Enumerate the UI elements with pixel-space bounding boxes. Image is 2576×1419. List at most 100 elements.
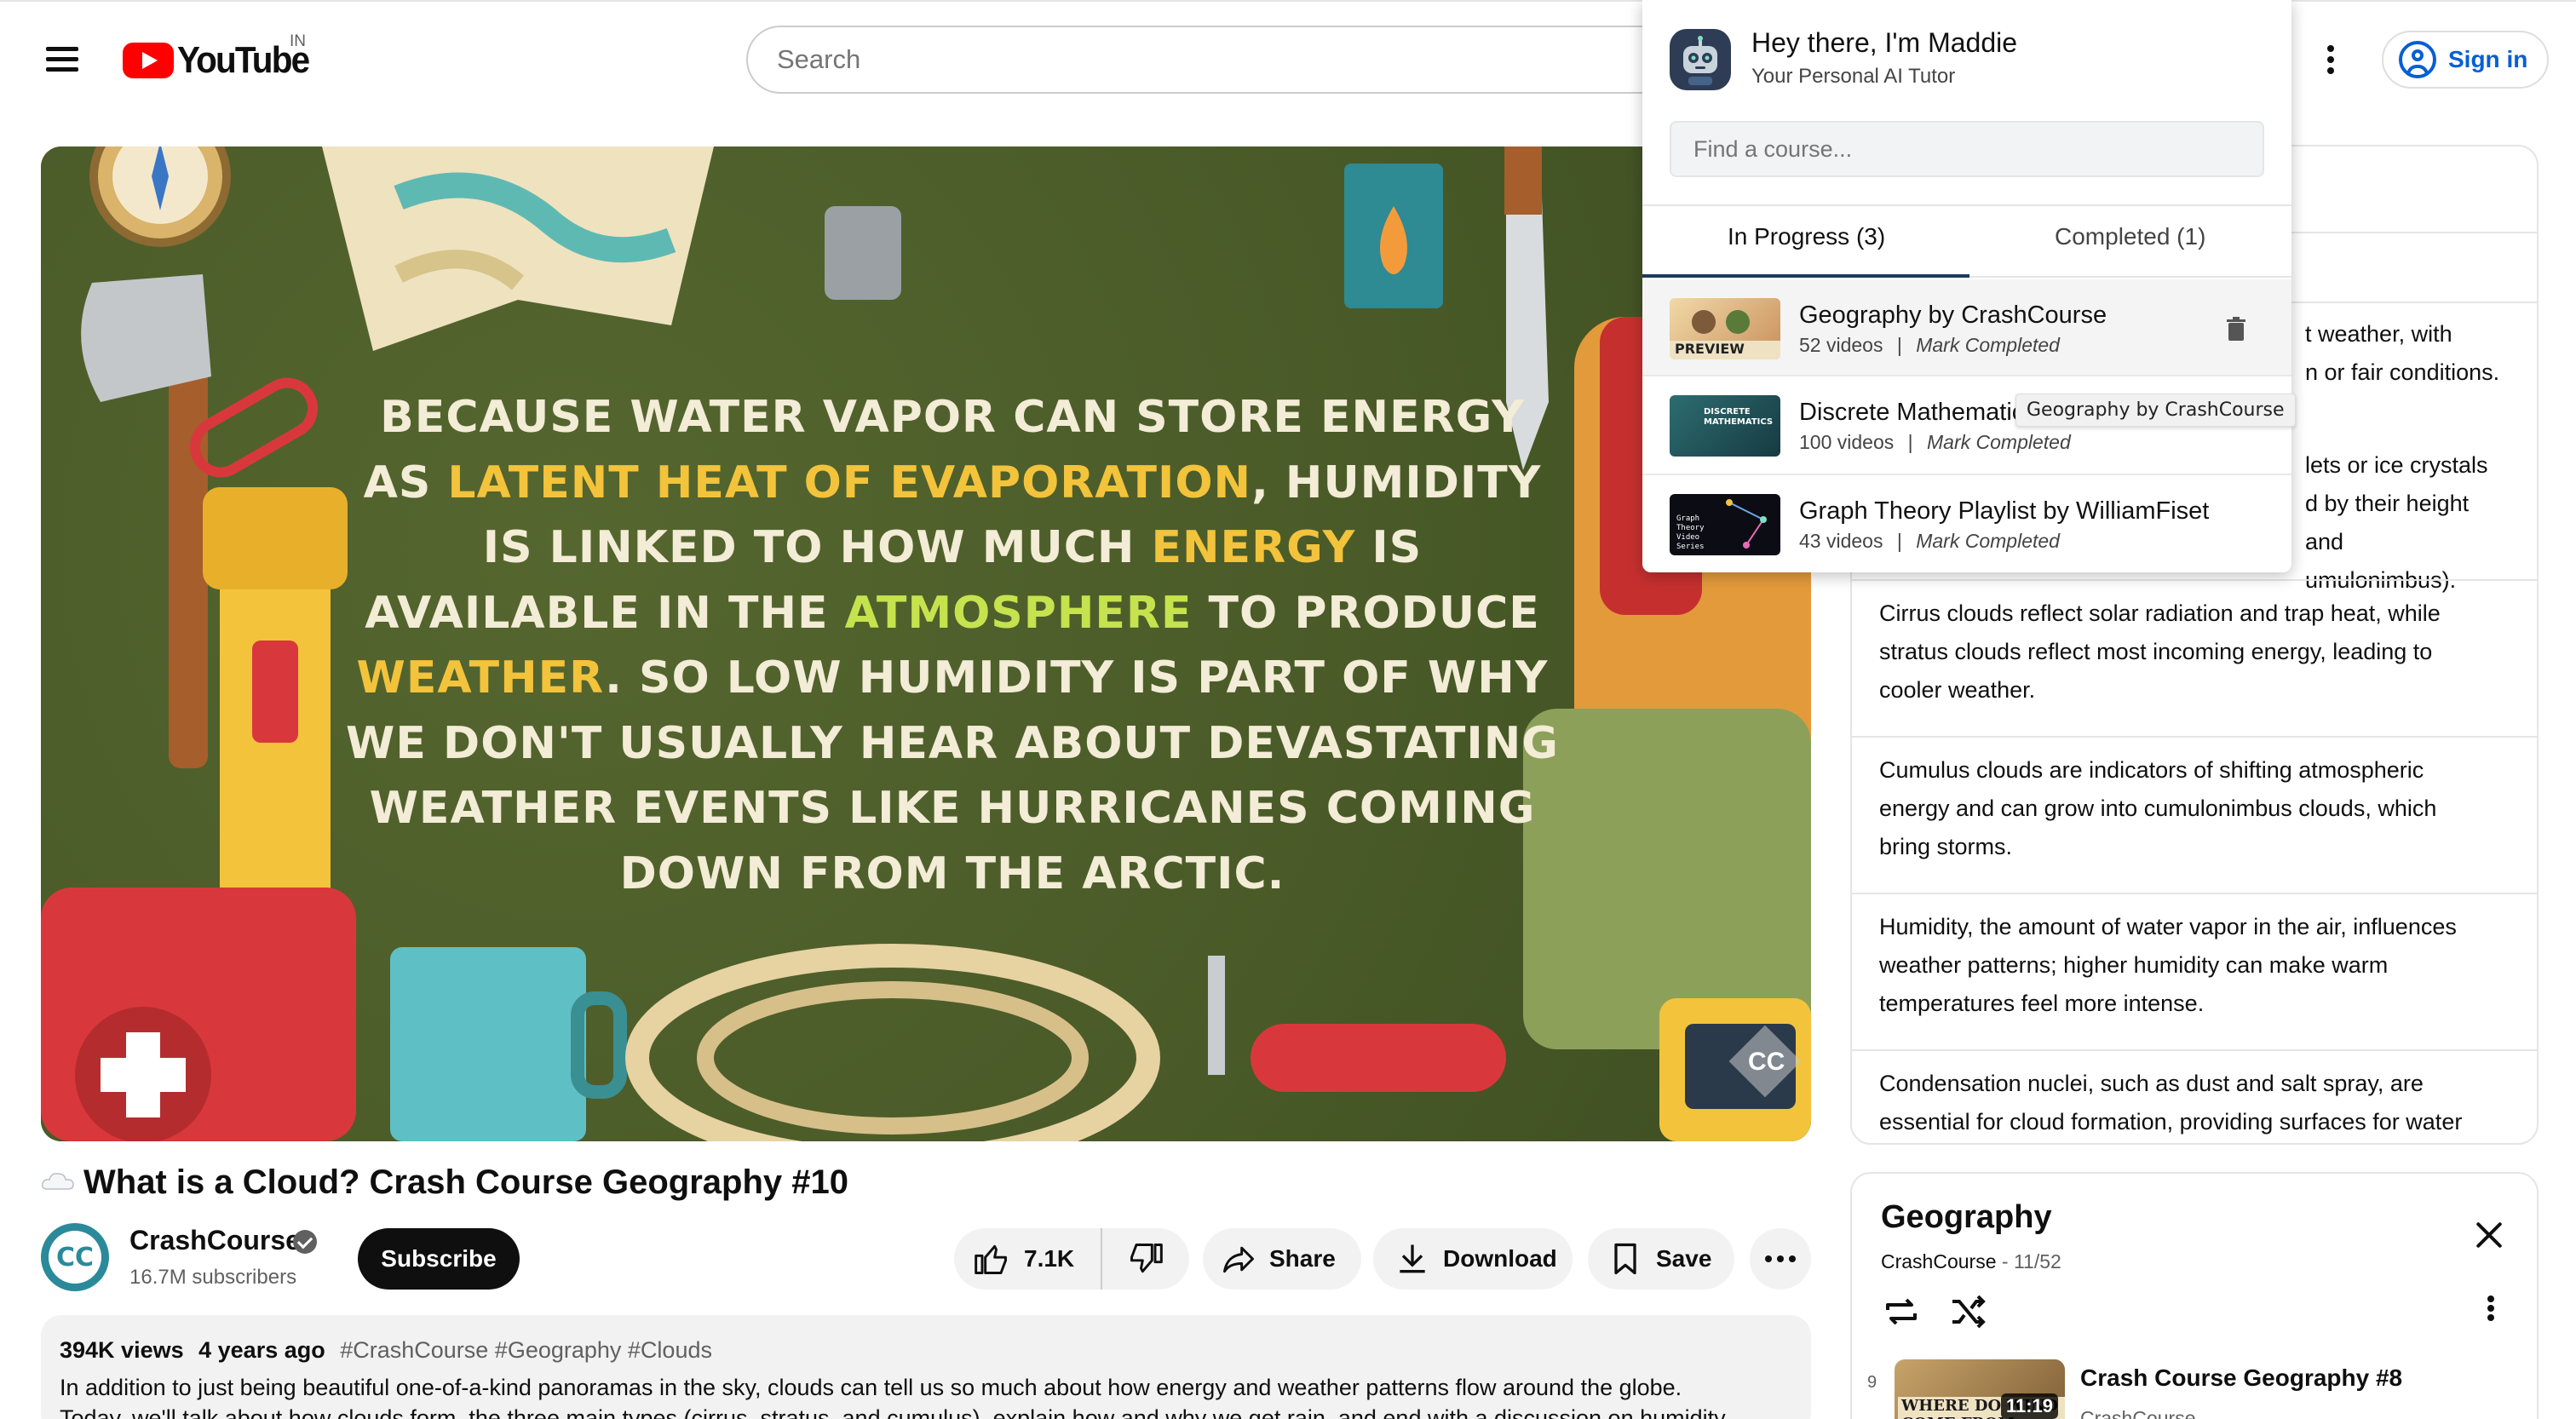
youtube-play-icon [123, 43, 174, 78]
course-thumbnail: PREVIEW [1670, 298, 1780, 359]
description-line-1: In addition to just being beautiful one-… [60, 1375, 1682, 1400]
upload-age: 4 years ago [198, 1337, 325, 1363]
course-item[interactable]: PREVIEW Geography by CrashCourse 52 vide… [1642, 279, 2291, 375]
bookmark-icon [1614, 1243, 1636, 1275]
course-name: Discrete Mathematic [1799, 399, 2025, 426]
playlist-item[interactable]: 9 WHERE DO WIND COME FROM 11:19 Crash Co… [1852, 1341, 2540, 1419]
save-button[interactable]: Save [1588, 1228, 1734, 1290]
search-input[interactable] [746, 26, 1717, 94]
playlist-item-index: 9 [1867, 1373, 1877, 1392]
video-title: What is a Cloud? Crash Course Geography … [83, 1163, 848, 1201]
like-count: 7.1K [1024, 1245, 1075, 1272]
hashtags[interactable]: #CrashCourse #Geography #Clouds [340, 1337, 712, 1363]
caption-text: AVAILABLE IN THE [365, 587, 845, 639]
description-line-2: Today, we'll talk about how clouds form,… [60, 1405, 1726, 1419]
download-label: Download [1443, 1245, 1557, 1272]
playlist-title[interactable]: Geography [1881, 1199, 2052, 1236]
robot-icon [1683, 36, 1717, 85]
summary-item: Humidity, the amount of water vapor in t… [1852, 893, 2537, 1051]
playlist-item-title: Crash Course Geography #8 [2080, 1364, 2403, 1391]
summary-item: Cumulus clouds are indicators of shiftin… [1852, 736, 2537, 894]
tab-completed[interactable]: Completed (1) [2055, 223, 2205, 250]
multitool-icon [1251, 1024, 1506, 1092]
close-playlist-icon[interactable] [2472, 1218, 2506, 1252]
cloud-icon [41, 1173, 74, 1190]
mark-completed-link[interactable]: Mark Completed [1916, 530, 2060, 552]
caption-text: . SO LOW HUMIDITY IS PART OF WHY [605, 652, 1549, 704]
caption-line: AVAILABLE IN THE ATMOSPHERE TO PRODUCE [211, 581, 1693, 646]
thumbs-up-icon [975, 1244, 1007, 1274]
tutor-subtitle: Your Personal AI Tutor [1751, 65, 1956, 88]
mug-icon [390, 947, 586, 1141]
description-box[interactable]: 394K views 4 years ago #CrashCourse #Geo… [41, 1315, 1811, 1419]
playlist-item-thumbnail: WHERE DO WIND COME FROM 11:19 [1895, 1359, 2065, 1419]
caption-highlight: LATENT HEAT OF EVAPORATION [447, 457, 1252, 508]
playlist-menu-icon[interactable] [2482, 1293, 2499, 1334]
active-tab-indicator [1642, 274, 1969, 278]
ai-tutor-popup: Hey there, I'm Maddie Your Personal AI T… [1642, 0, 2291, 572]
caption-text: IS LINKED TO HOW MUCH [482, 522, 1152, 573]
tutor-greeting: Hey there, I'm Maddie [1751, 27, 2018, 58]
course-name: Graph Theory Playlist by WilliamFiset [1799, 497, 2210, 525]
playlist-panel: Geography CrashCourse - 11/52 9 WHERE DO… [1850, 1172, 2539, 1419]
caption-text: , HUMIDITY [1251, 457, 1542, 508]
caption-text: TO PRODUCE [1192, 587, 1540, 639]
course-name-tooltip: Geography by CrashCourse [2015, 394, 2296, 427]
sign-in-button[interactable]: Sign in [2382, 31, 2549, 89]
course-video-count: 100 videos [1799, 431, 1895, 453]
view-count: 394K views [60, 1337, 184, 1363]
course-name: Geography by CrashCourse [1799, 302, 2107, 329]
course-video-count: 52 videos [1799, 334, 1883, 356]
save-label: Save [1656, 1245, 1712, 1272]
youtube-logo[interactable]: YouTube IN [123, 32, 320, 81]
watermark-text: CC [1748, 1048, 1785, 1076]
verified-icon [293, 1230, 317, 1254]
course-thumbnail: DISCRETE MATHEMATICS [1670, 395, 1780, 457]
settings-more-icon[interactable] [2320, 41, 2341, 78]
channel-avatar[interactable]: CC [41, 1223, 109, 1291]
caption-text: IS [1355, 522, 1423, 573]
like-dislike-group: 7.1K [954, 1228, 1189, 1290]
like-button[interactable]: 7.1K [954, 1228, 1102, 1290]
find-course-input[interactable] [1670, 121, 2264, 177]
country-code: IN [290, 32, 306, 50]
dislike-button[interactable] [1102, 1228, 1189, 1290]
caption-line: WE DON'T USUALLY HEAR ABOUT DEVASTATING [211, 711, 1693, 777]
course-thumbnail: Graph Theory Video Series [1670, 494, 1780, 555]
mark-completed-link[interactable]: Mark Completed [1916, 334, 2060, 356]
channel-name[interactable]: CrashCourse [129, 1225, 301, 1256]
sign-in-label: Sign in [2448, 46, 2528, 72]
caption-line: IS LINKED TO HOW MUCH ENERGY IS [211, 515, 1693, 581]
tutor-robot-avatar [1670, 29, 1731, 90]
axe-icon [169, 325, 208, 768]
caption-line: AS LATENT HEAT OF EVAPORATION, HUMIDITY [211, 451, 1693, 516]
thumbs-down-icon [1130, 1244, 1163, 1273]
caption-text: DOWN FROM THE ARCTIC. [619, 847, 1285, 899]
shuffle-icon[interactable] [1947, 1291, 1988, 1332]
caption-highlight: ATMOSPHERE [844, 587, 1193, 639]
caption-line: WEATHER. SO LOW HUMIDITY IS PART OF WHY [211, 646, 1693, 711]
more-actions-button[interactable] [1750, 1228, 1811, 1290]
tab-in-progress[interactable]: In Progress (3) [1728, 223, 1885, 250]
caption-line: WEATHER EVENTS LIKE HURRICANES COMING [211, 776, 1693, 842]
mark-completed-link[interactable]: Mark Completed [1927, 431, 2071, 453]
share-label: Share [1269, 1245, 1336, 1272]
subscribe-button[interactable]: Subscribe [358, 1228, 520, 1290]
caption-highlight: ENERGY [1151, 522, 1356, 573]
course-video-count: 43 videos [1799, 530, 1883, 552]
share-button[interactable]: Share [1203, 1228, 1361, 1290]
download-button[interactable]: Download [1373, 1228, 1573, 1290]
caption-line: BECAUSE WATER VAPOR CAN STORE ENERGY [211, 385, 1693, 451]
video-player[interactable]: BECAUSE WATER VAPOR CAN STORE ENERGY AS L… [41, 146, 1811, 1141]
playlist-channel[interactable]: CrashCourse [1881, 1250, 1997, 1273]
caption-text: WEATHER EVENTS LIKE HURRICANES COMING [369, 783, 1536, 834]
menu-icon[interactable] [41, 41, 83, 78]
course-item[interactable]: Graph Theory Video Series Graph Theory P… [1642, 475, 2291, 571]
loop-icon[interactable] [1881, 1291, 1922, 1332]
delete-icon[interactable] [2227, 317, 2245, 341]
caption-text: WE DON'T USUALLY HEAR ABOUT DEVASTATING [346, 717, 1559, 769]
summary-item: Condensation nuclei, such as dust and sa… [1852, 1049, 2537, 1143]
video-caption-text: BECAUSE WATER VAPOR CAN STORE ENERGY AS L… [211, 385, 1693, 906]
caption-line: DOWN FROM THE ARCTIC. [211, 842, 1693, 907]
caption-text: BECAUSE WATER VAPOR CAN STORE ENERGY [380, 392, 1525, 443]
